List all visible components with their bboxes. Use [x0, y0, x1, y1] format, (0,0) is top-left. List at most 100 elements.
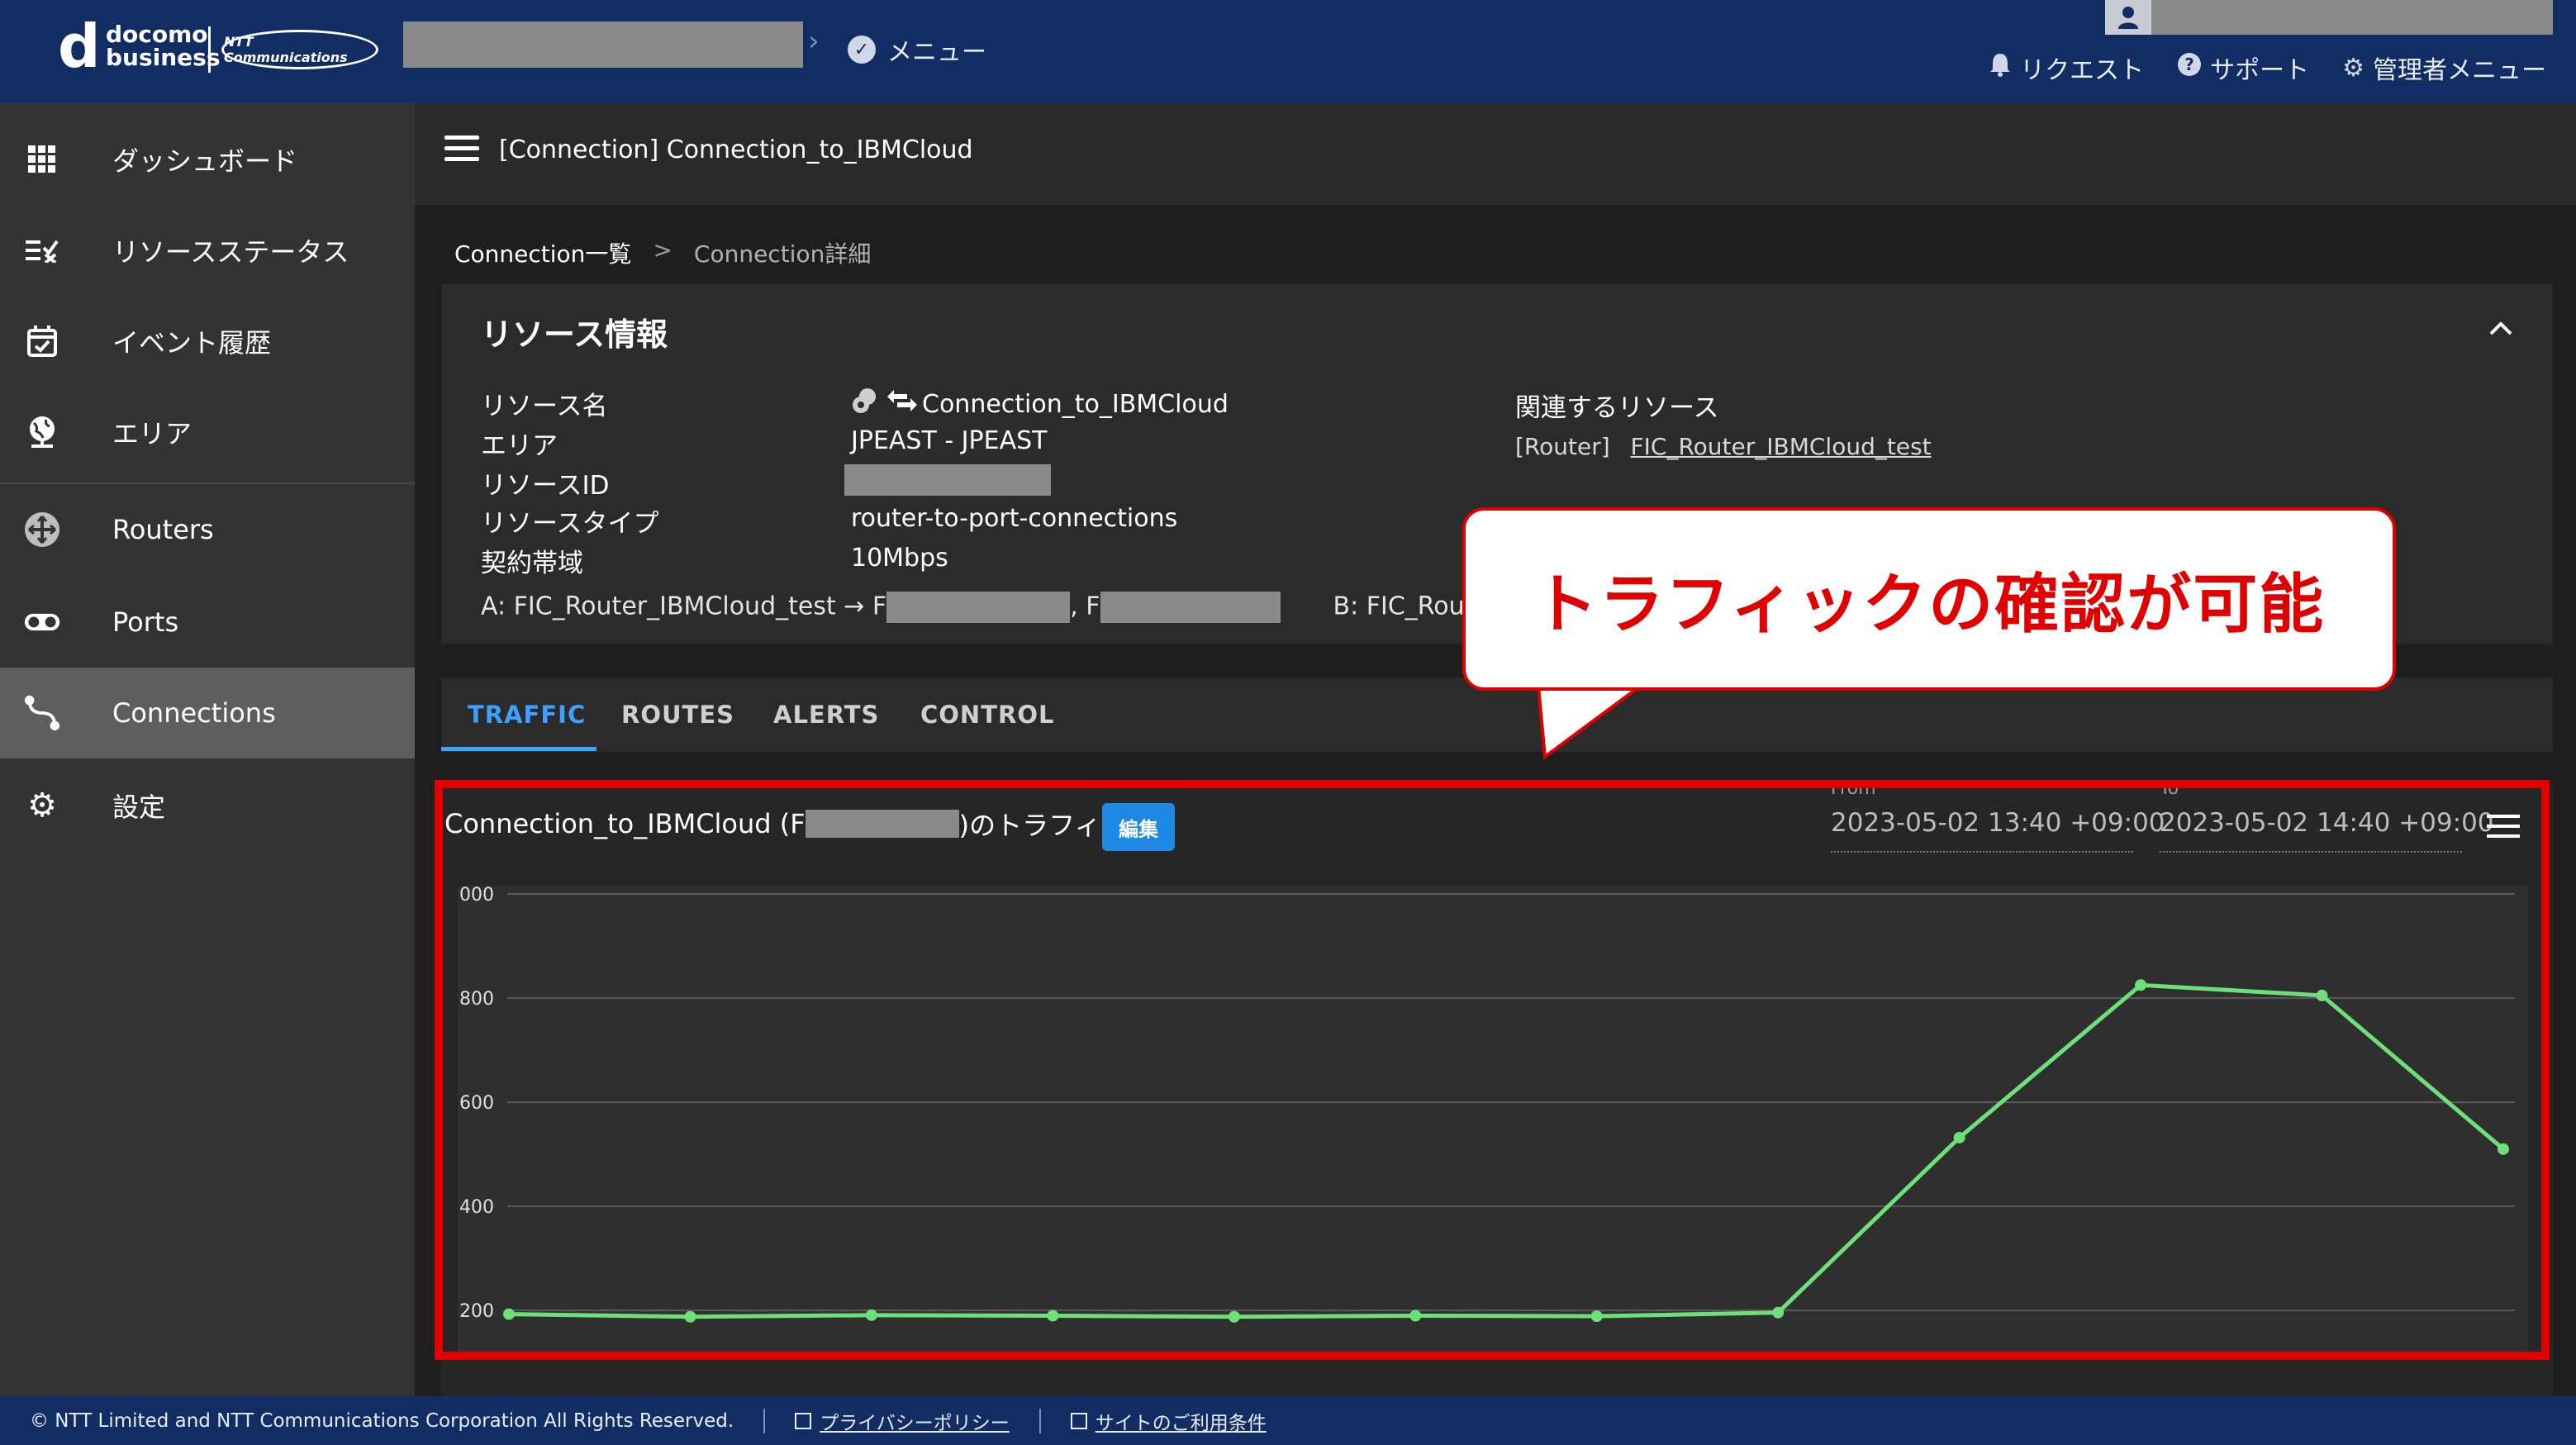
sidebar-item-label: ダッシュボード [112, 145, 298, 177]
menu-label: メニュー [887, 38, 986, 67]
related-router-link[interactable]: FIC_Router_IBMCloud_test [1631, 433, 1932, 460]
header-nav: リクエスト ? サポート ⚙ 管理者メニュー [1989, 50, 2546, 86]
value-resource-id [844, 464, 1051, 496]
ntt-logo: NTT Communications [221, 30, 378, 69]
docomo-business-logo[interactable]: docomo business [106, 23, 221, 69]
redacted-tenant-name [403, 21, 803, 68]
callout-text: トラフィックの確認が可能 [1533, 568, 2326, 642]
privacy-policy-label: プライバシーポリシー [820, 1412, 1010, 1434]
page-title-prefix: [Connection] [499, 135, 659, 164]
sidebar-item-label: リソースステータス [112, 236, 349, 268]
logo-docomo-text: docomo [106, 21, 208, 48]
sidebar-item-connections[interactable]: Connections [0, 668, 415, 758]
sidebar-item-label: Ports [112, 606, 179, 638]
svg-text:?: ? [2184, 55, 2194, 74]
footer-divider [1038, 1408, 1041, 1433]
breadcrumb-parent-link[interactable]: Connection一覧 [454, 236, 631, 269]
tab-traffic[interactable]: TRAFFIC [468, 701, 586, 729]
endpoint-b-text: B: FIC_Rou [1333, 592, 1465, 621]
endpoint-a-text: A: FIC_Router_IBMCloud_test → F [481, 592, 887, 621]
tab-alerts[interactable]: ALERTS [773, 701, 879, 729]
sidebar-item-label: イベント履歴 [112, 327, 272, 359]
page-title: [Connection] Connection_to_IBMCloud [499, 135, 973, 164]
support-label: サポート [2210, 56, 2310, 85]
admin-menu-link[interactable]: ⚙ 管理者メニュー [2342, 50, 2546, 86]
label-bandwidth: 契約帯域 [481, 549, 583, 578]
connection-icon [23, 694, 61, 732]
value-resource-name: Connection_to_IBMCloud [851, 387, 1229, 421]
sidebar-item-event-history[interactable]: イベント履歴 [0, 296, 415, 387]
value-resource-type: router-to-port-connections [851, 504, 1178, 533]
global-header: d docomo business NTT Communications › ✓… [0, 0, 2576, 102]
docomo-logo-mark: d [58, 12, 101, 81]
calendar-icon [23, 322, 61, 360]
page-topbar: [Connection] Connection_to_IBMCloud [415, 102, 2576, 205]
footer-divider [763, 1408, 766, 1433]
logo-business-text: business [106, 44, 221, 71]
checklist-icon [23, 231, 61, 269]
request-label: リクエスト [2020, 56, 2145, 85]
redacted-port-a2 [1100, 592, 1281, 623]
privacy-policy-link[interactable]: プライバシーポリシー [795, 1407, 1010, 1435]
request-link[interactable]: リクエスト [1989, 50, 2144, 86]
sidebar-item-resource-status[interactable]: リソースステータス [0, 205, 415, 296]
external-link-icon [1070, 1412, 1087, 1429]
related-resources-title: 関連するリソース [1515, 393, 1719, 423]
terms-of-use-link[interactable]: サイトのご利用条件 [1070, 1407, 1267, 1435]
swap-arrows-icon [887, 388, 917, 420]
value-area: JPEAST - JPEAST [851, 426, 1048, 455]
sidebar-item-ports[interactable]: Ports [0, 577, 415, 668]
breadcrumb: Connection一覧 > Connection詳細 [454, 236, 871, 269]
sidebar-item-routers[interactable]: Routers [0, 484, 415, 575]
chevron-up-icon[interactable] [2488, 311, 2513, 344]
annotation-callout: トラフィックの確認が可能 [1462, 507, 2396, 691]
redacted-resource-id [844, 464, 1051, 496]
copyright-text: © NTT Limited and NTT Communications Cor… [30, 1409, 734, 1432]
value-bandwidth: 10Mbps [851, 544, 948, 573]
check-circle-icon: ✓ [848, 36, 876, 64]
highlight-frame [435, 780, 2550, 1360]
globe-icon [23, 413, 61, 451]
sidebar-item-area[interactable]: エリア [0, 387, 415, 478]
breadcrumb-current: Connection詳細 [693, 240, 872, 268]
router-icon [23, 511, 61, 549]
sidebar-item-dashboard[interactable]: ダッシュボード [0, 114, 415, 205]
related-resource-tag: [Router] [1515, 433, 1610, 460]
tab-routes[interactable]: ROUTES [621, 701, 734, 729]
grid-icon [23, 140, 61, 178]
sidebar-item-settings[interactable]: ⚙ 設定 [0, 760, 415, 851]
menu-button[interactable]: ✓ メニュー [848, 31, 986, 68]
sidebar-item-label: Connections [112, 697, 276, 729]
active-tab-indicator [441, 747, 596, 751]
hamburger-menu-icon[interactable] [444, 135, 479, 164]
external-link-icon [795, 1412, 812, 1429]
endpoint-a-separator: , F [1070, 592, 1100, 621]
label-resource-name: リソース名 [481, 392, 608, 421]
gear-icon: ⚙ [27, 787, 57, 825]
related-resource-row: [Router] FIC_Router_IBMCloud_test [1515, 433, 1932, 460]
redacted-port-a1 [886, 592, 1071, 623]
port-icon [23, 603, 61, 641]
logo-divider [208, 26, 211, 73]
callout-tail [1536, 686, 1644, 760]
chevron-right-icon: › [808, 25, 820, 58]
tab-control[interactable]: CONTROL [920, 701, 1054, 729]
terms-of-use-label: サイトのご利用条件 [1095, 1412, 1267, 1434]
label-resource-type: リソースタイプ [481, 509, 659, 539]
gear-icon: ⚙ [2342, 53, 2365, 83]
sidebar-item-label: 設定 [112, 791, 166, 823]
user-menu[interactable] [2105, 0, 2553, 35]
support-link[interactable]: ? サポート [2177, 50, 2309, 86]
router-small-icon [851, 387, 882, 421]
breadcrumb-separator: > [653, 236, 673, 264]
label-area: エリア [481, 431, 558, 461]
user-icon[interactable] [2105, 0, 2151, 35]
label-resource-id: リソースID [481, 471, 610, 501]
page-title-name: Connection_to_IBMCloud [666, 135, 973, 164]
admin-menu-label: 管理者メニュー [2373, 56, 2546, 85]
bell-icon [1989, 52, 2012, 83]
sidebar: ダッシュボード リソースステータス イベント履歴 エリア Routers Por… [0, 102, 415, 1396]
resource-name-text: Connection_to_IBMCloud [922, 389, 1229, 419]
sidebar-item-label: エリア [112, 418, 192, 449]
sidebar-item-label: Routers [112, 514, 214, 545]
